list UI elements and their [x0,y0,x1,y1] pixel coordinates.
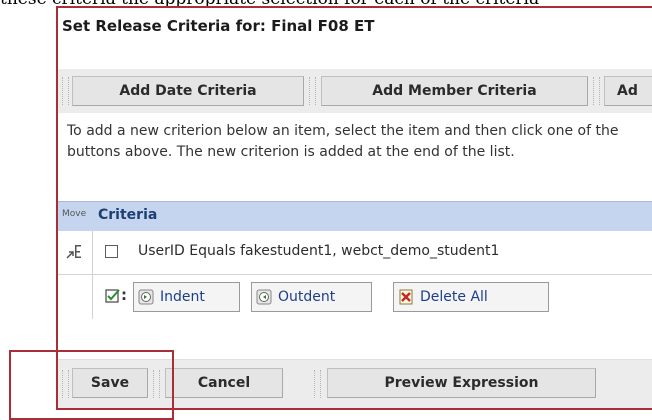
move-column-header: Move [62,209,87,219]
move-handle-icon[interactable] [65,243,83,261]
criteria-toolbar: Add Date Criteria Add Member Criteria Ad [58,69,652,113]
select-all-checkbox-icon[interactable] [105,288,121,304]
cancel-button[interactable]: Cancel [165,368,283,398]
indent-button[interactable]: Indent [133,282,240,312]
add-member-criteria-button[interactable]: Add Member Criteria [321,76,588,106]
select-all-colon: : [121,286,127,304]
outdent-arrow-icon [256,289,272,305]
page-title: Set Release Criteria for: Final F08 ET [62,17,375,35]
add-date-criteria-button[interactable]: Add Date Criteria [72,76,304,106]
delete-x-icon [399,289,413,305]
toolbar-separator [593,77,600,105]
indent-label: Indent [160,289,205,305]
indent-arrow-icon [138,289,154,305]
row-select-checkbox[interactable] [105,245,118,258]
criteria-column-header: Criteria [98,207,158,223]
toolbar-separator [309,77,316,105]
table-row: UserID Equals fakestudent1, webct_demo_s… [58,231,652,275]
criteria-actions: : Indent Outdent Delete All [58,275,652,319]
highlight-annotation-box [9,350,174,420]
criterion-text: UserID Equals fakestudent1, webct_demo_s… [138,243,500,259]
toolbar-separator [314,370,321,398]
toolbar-separator [62,77,69,105]
delete-all-button[interactable]: Delete All [393,282,549,312]
add-more-criteria-button[interactable]: Ad [604,76,652,106]
criteria-table-header: Move Criteria [58,201,652,231]
outdent-button[interactable]: Outdent [251,282,372,312]
delete-all-label: Delete All [420,289,488,305]
instructions-text: To add a new criterion below an item, se… [67,123,619,160]
outdent-label: Outdent [278,289,336,305]
preview-expression-button[interactable]: Preview Expression [327,368,596,398]
